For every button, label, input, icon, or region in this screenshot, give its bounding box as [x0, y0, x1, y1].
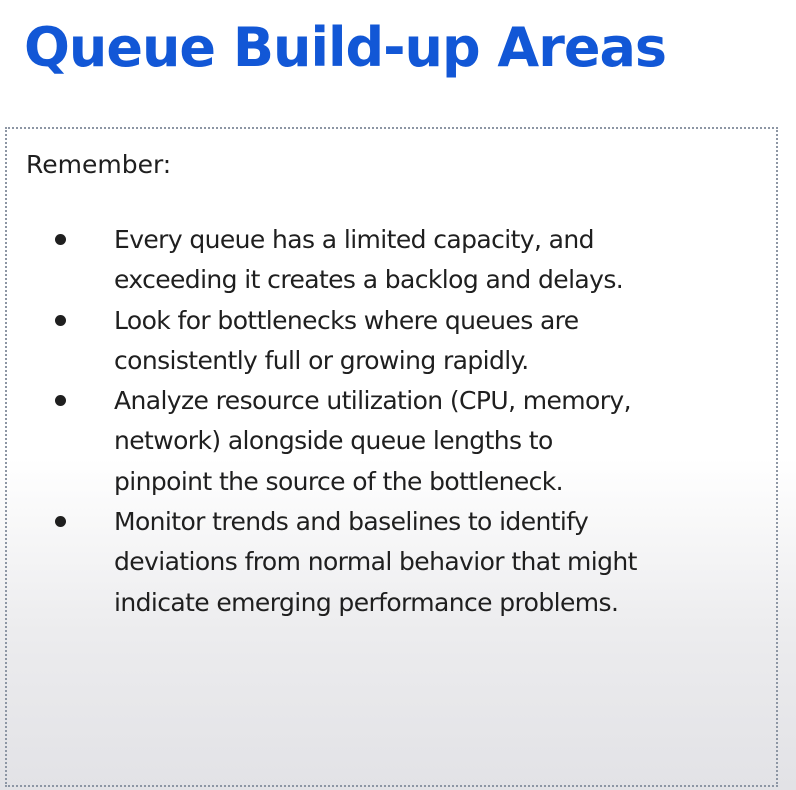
bullet-icon: [55, 395, 66, 407]
bullet-text-line: deviations from normal behavior that mig…: [114, 547, 637, 577]
remember-label: Remember:: [26, 150, 172, 179]
bullet-text-line: network) alongside queue lengths to: [114, 426, 553, 456]
bullet-item: Look for bottlenecks where queues are co…: [7, 301, 778, 382]
bullet-list: Every queue has a limited capacity, and …: [7, 220, 778, 623]
bullet-icon: [55, 314, 66, 326]
bullet-text-line: pinpoint the source of the bottleneck.: [114, 466, 564, 496]
bullet-text-line: Look for bottlenecks where queues are: [114, 305, 579, 335]
bullet-item: Analyze resource utilization (CPU, memor…: [7, 381, 778, 502]
bullet-icon: [55, 234, 66, 245]
bullet-text-line: Every queue has a limited capacity, and: [114, 225, 595, 254]
bullet-text-line: Monitor trends and baselines to identify: [114, 507, 589, 537]
bullet-icon: [55, 516, 66, 528]
bullet-item: Every queue has a limited capacity, and …: [7, 220, 778, 301]
bullet-text-line: exceeding it creates a backlog and delay…: [114, 265, 624, 295]
bullet-item: Monitor trends and baselines to identify…: [7, 502, 778, 623]
bullet-text-line: indicate emerging performance problems.: [114, 587, 619, 617]
notes-box: Remember: Every queue has a limited capa…: [5, 127, 778, 787]
bullet-text-line: Analyze resource utilization (CPU, memor…: [114, 386, 632, 416]
bullet-text-line: consistently full or growing rapidly.: [114, 345, 529, 375]
slide-title: Queue Build-up Areas: [24, 16, 667, 79]
